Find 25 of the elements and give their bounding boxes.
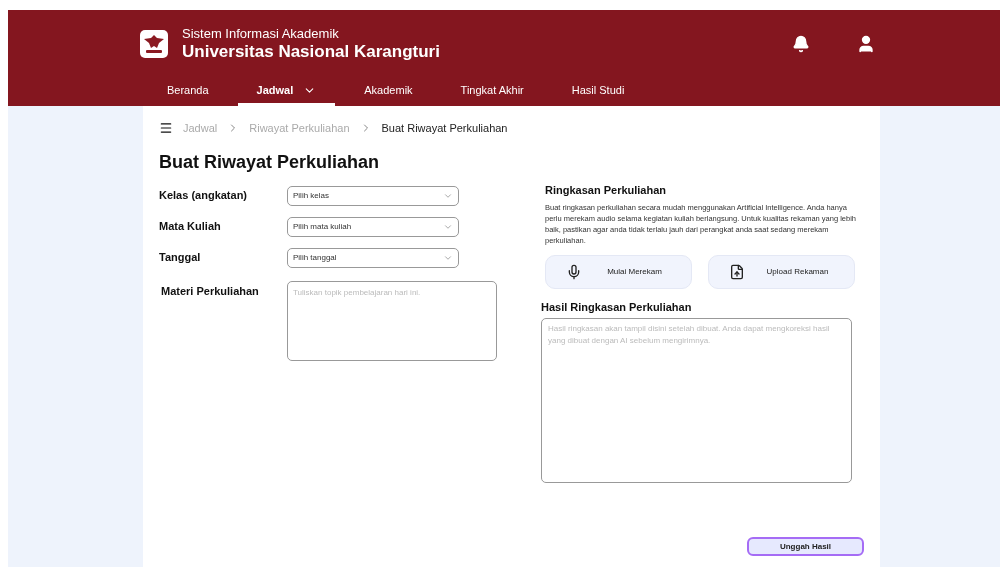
- upload-button[interactable]: Upload Rekaman: [708, 255, 855, 289]
- submit-button[interactable]: Unggah Hasil: [747, 537, 864, 556]
- nav-tab[interactable]: Akademik: [345, 78, 432, 106]
- field-label: Materi Perkuliahan: [160, 283, 260, 299]
- page-title: Buat Riwayat Perkuliahan: [159, 150, 381, 174]
- app-subtitle: Sistem Informasi Akademik: [182, 26, 340, 42]
- record-button[interactable]: Mulai Merekam: [545, 255, 692, 289]
- field-label: Mata Kuliah: [159, 219, 222, 235]
- field-label: Tanggal: [159, 250, 202, 266]
- field-label: Kelas (angkatan): [159, 188, 249, 204]
- nav-tab[interactable]: Beranda: [148, 78, 228, 106]
- menu-icon[interactable]: [159, 121, 173, 136]
- breadcrumb-item: Buat Riwayat Perkuliahan: [381, 121, 508, 136]
- notification-icon[interactable]: [792, 35, 810, 53]
- section-title: Hasil Ringkasan Perkuliahan: [541, 300, 693, 315]
- select-field[interactable]: Pilih tanggal: [287, 247, 459, 268]
- profile-icon[interactable]: [856, 34, 876, 54]
- section-title: Ringkasan Perkuliahan: [545, 182, 668, 198]
- select-field[interactable]: Pilih mata kuliah: [287, 216, 459, 237]
- file-upload-icon: [729, 264, 745, 280]
- university-name: Universitas Nasional Karangturi: [182, 42, 440, 62]
- nav-tab[interactable]: Tingkat Akhir: [441, 78, 543, 106]
- nav-tab[interactable]: Hasil Studi: [552, 78, 644, 106]
- select-field[interactable]: Pilih kelas: [287, 185, 459, 206]
- microphone-icon: [566, 264, 582, 280]
